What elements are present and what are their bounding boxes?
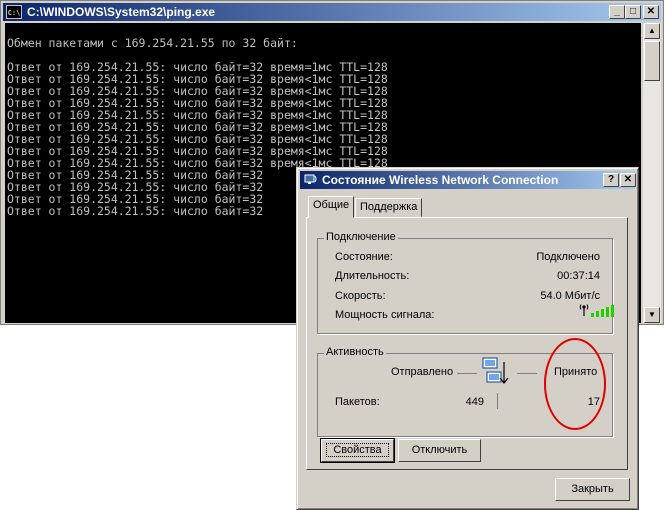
properties-button-label: Свойства [326,443,389,457]
status-label: Состояние: [335,251,393,263]
connection-group-title: Подключение [324,231,398,243]
disable-button[interactable]: Отключить [398,439,481,462]
console-title-bar[interactable]: C:\ C:\WINDOWS\System32\ping.exe _ □ ✕ [3,3,661,21]
tab-general[interactable]: Общие [308,196,355,218]
console-scrollbar[interactable]: ▲ ▼ [643,23,661,323]
signal-bar [606,307,609,317]
duration-value: 00:37:14 [557,270,600,282]
signal-bar [611,305,614,317]
signal-bar [601,309,604,317]
signal-label: Мощность сигнала: [335,309,435,321]
tab-support[interactable]: Поддержка [355,198,423,217]
packets-sent-value: 449 [465,396,484,408]
close-button[interactable]: ✕ [643,5,659,19]
activity-group-title: Активность [324,346,386,358]
properties-button[interactable]: Свойства [320,438,395,463]
network-activity-icon [482,357,509,384]
scroll-thumb[interactable] [644,41,660,81]
duration-label: Длительность: [335,270,410,282]
help-button[interactable]: ? [603,173,619,187]
network-icon [304,174,317,184]
minimize-button[interactable]: _ [609,5,625,19]
console-title: C:\WINDOWS\System32\ping.exe [27,5,216,19]
annotation-ellipse [544,338,606,430]
signal-strength-indicator [578,303,618,317]
console-app-icon[interactable]: C:\ [6,5,22,19]
sent-label: Отправлено [391,366,454,378]
close-dialog-button[interactable]: Закрыть [555,478,630,501]
dialog-title-bar[interactable]: Состояние Wireless Network Connection ? … [300,171,636,189]
status-value: Подключено [536,251,600,263]
scroll-up-button[interactable]: ▲ [644,23,660,39]
packets-label: Пакетов: [335,396,380,408]
sent-connector-line [457,373,477,374]
activity-divider [497,393,498,409]
received-connector-line [517,373,537,374]
maximize-button[interactable]: □ [625,5,641,19]
dialog-title: Состояние Wireless Network Connection [322,173,559,187]
dialog-close-button[interactable]: ✕ [620,173,636,187]
speed-label: Скорость: [335,290,386,302]
scroll-down-button[interactable]: ▼ [644,307,660,323]
antenna-icon [579,304,589,316]
console-line: Обмен пакетами с 169.254.21.55 по 32 бай… [7,36,298,50]
speed-value: 54.0 Мбит/с [540,290,600,302]
signal-bar [596,311,599,317]
connection-status-dialog: Состояние Wireless Network Connection ? … [296,167,639,510]
signal-bar [591,313,594,317]
